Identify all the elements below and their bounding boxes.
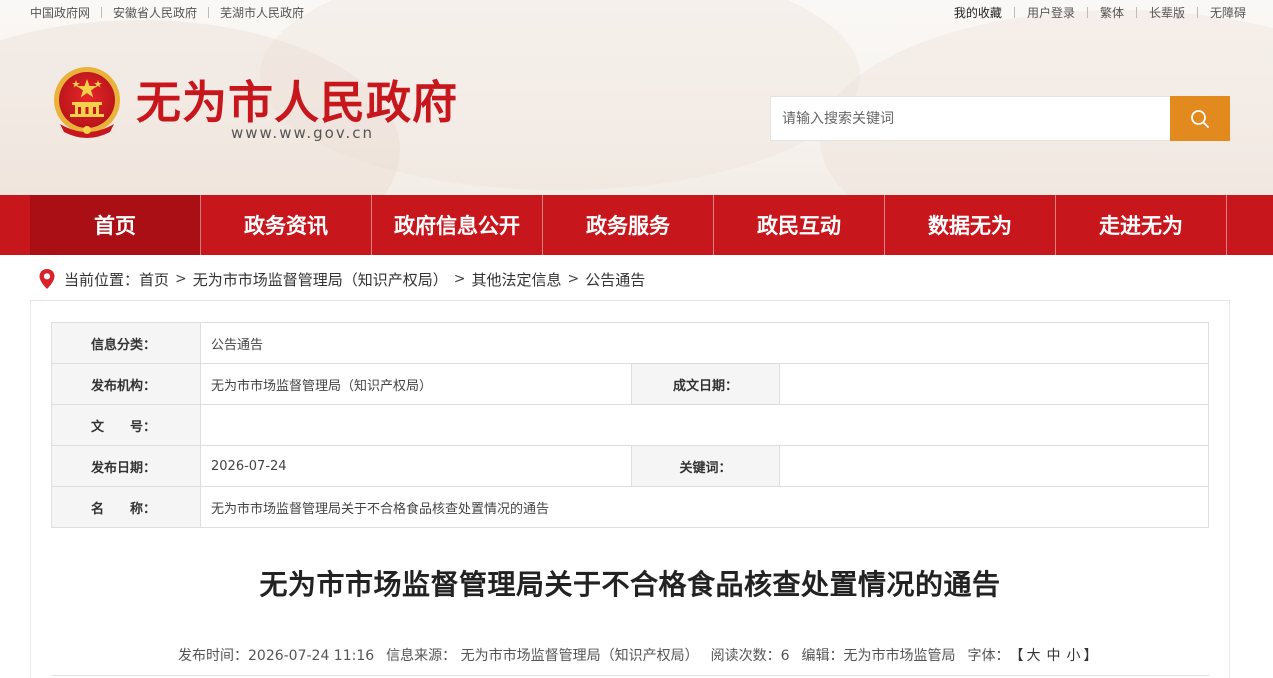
nav-item-home[interactable]: 首页 bbox=[30, 195, 201, 255]
link-china-gov[interactable]: 中国政府网 bbox=[30, 4, 90, 21]
chevron-right-icon: > bbox=[175, 271, 187, 287]
name-value: 无为市市场监督管理局关于不合格食品核查处置情况的通告 bbox=[200, 486, 1209, 528]
publish-time: 发布时间：2026-07-24 11:16 bbox=[178, 648, 375, 664]
editor: 编辑：无为市市场监管局 bbox=[801, 648, 956, 664]
table-row: 发布日期： 2026-07-24 关键词： bbox=[51, 445, 1209, 487]
divider bbox=[1135, 7, 1137, 18]
bracket-close: 】 bbox=[1083, 648, 1098, 664]
breadcrumb-notices[interactable]: 公告通告 bbox=[585, 269, 645, 290]
doc-number-value bbox=[200, 404, 1209, 446]
search-button[interactable] bbox=[1170, 96, 1230, 141]
table-row: 发布机构： 无为市市场监督管理局（知识产权局） 成文日期： bbox=[51, 363, 1209, 405]
nav-item-news[interactable]: 政务资讯 bbox=[201, 195, 372, 255]
font-size-large-button[interactable]: 大 bbox=[1027, 645, 1041, 665]
nav-item-services[interactable]: 政务服务 bbox=[543, 195, 714, 255]
link-wuhu-gov[interactable]: 芜湖市人民政府 bbox=[220, 4, 304, 21]
link-anhui-gov[interactable]: 安徽省人民政府 bbox=[113, 4, 197, 21]
link-login[interactable]: 用户登录 bbox=[1027, 4, 1075, 21]
search-input[interactable] bbox=[770, 96, 1171, 141]
location-pin-icon bbox=[39, 269, 55, 289]
font-size-label: 字体： bbox=[967, 648, 1010, 664]
article-title: 无为市市场监督管理局关于不合格食品核查处置情况的通告 bbox=[259, 568, 1001, 601]
divider bbox=[1086, 7, 1088, 18]
main-nav: 首页 政务资讯 政府信息公开 政务服务 政民互动 数据无为 走进无为 bbox=[0, 195, 1273, 255]
article-meta: 发布时间：2026-07-24 11:16 信息来源： 无为市市场监督管理局（知… bbox=[178, 645, 1098, 665]
link-accessibility[interactable]: 无障碍 bbox=[1210, 4, 1246, 21]
keywords-value bbox=[779, 445, 1209, 487]
link-elder-mode[interactable]: 长辈版 bbox=[1149, 4, 1185, 21]
site-header: 中国政府网 安徽省人民政府 芜湖市人民政府 我的收藏 用户登录 繁体 长辈版 无… bbox=[0, 0, 1273, 195]
table-row: 名 称： 无为市市场监督管理局关于不合格食品核查处置情况的通告 bbox=[51, 486, 1209, 528]
publish-date-value: 2026-07-24 bbox=[200, 445, 632, 487]
search-icon bbox=[1191, 109, 1209, 128]
info-source: 信息来源： 无为市市场监督管理局（知识产权局） bbox=[386, 648, 699, 664]
publisher-label: 发布机构： bbox=[51, 363, 201, 405]
bracket-open: 【 bbox=[1009, 648, 1024, 664]
table-row: 信息分类： 公告通告 bbox=[51, 322, 1209, 364]
category-label: 信息分类： bbox=[51, 322, 201, 364]
nav-item-data[interactable]: 数据无为 bbox=[885, 195, 1056, 255]
divider bbox=[1196, 7, 1198, 18]
top-bar: 中国政府网 安徽省人民政府 芜湖市人民政府 我的收藏 用户登录 繁体 长辈版 无… bbox=[0, 0, 1273, 24]
keywords-label: 关键词： bbox=[631, 445, 780, 487]
site-url: www.ww.gov.cn bbox=[231, 124, 375, 142]
publisher-value: 无为市市场监督管理局（知识产权局） bbox=[200, 363, 632, 405]
chevron-right-icon: > bbox=[567, 271, 580, 287]
table-row: 文 号： bbox=[51, 404, 1209, 446]
font-size-medium-button[interactable]: 中 bbox=[1047, 645, 1061, 665]
info-table: 信息分类： 公告通告 发布机构： 无为市市场监督管理局（知识产权局） 成文日期：… bbox=[51, 322, 1209, 528]
link-traditional[interactable]: 繁体 bbox=[1100, 4, 1124, 21]
created-date-value bbox=[779, 363, 1209, 405]
font-size-small-button[interactable]: 小 bbox=[1067, 645, 1081, 665]
divider bbox=[101, 7, 103, 18]
breadcrumb-legal-info[interactable]: 其他法定信息 bbox=[472, 269, 562, 290]
doc-number-label: 文 号： bbox=[51, 404, 201, 446]
meta-divider bbox=[51, 675, 1209, 676]
chevron-right-icon: > bbox=[453, 271, 466, 287]
national-emblem-icon bbox=[54, 67, 120, 138]
breadcrumb-home[interactable]: 首页 bbox=[139, 269, 169, 290]
name-label: 名 称： bbox=[51, 486, 201, 528]
breadcrumb-bureau[interactable]: 无为市市场监督管理局（知识产权局） bbox=[193, 269, 448, 290]
nav-item-info-disclosure[interactable]: 政府信息公开 bbox=[372, 195, 543, 255]
nav-item-about[interactable]: 走进无为 bbox=[1056, 195, 1227, 255]
breadcrumb-label: 当前位置： bbox=[64, 270, 140, 289]
divider bbox=[208, 7, 210, 18]
link-favorites[interactable]: 我的收藏 bbox=[954, 4, 1002, 21]
publish-date-label: 发布日期： bbox=[51, 445, 201, 487]
breadcrumb: 当前位置： 首页 > 无为市市场监督管理局（知识产权局） > 其他法定信息 > … bbox=[38, 266, 645, 292]
site-title: 无为市人民政府 bbox=[136, 76, 459, 129]
category-value: 公告通告 bbox=[200, 322, 1209, 364]
created-date-label: 成文日期： bbox=[631, 363, 780, 405]
nav-item-interaction[interactable]: 政民互动 bbox=[714, 195, 885, 255]
read-count: 阅读次数：6 bbox=[710, 648, 790, 664]
divider bbox=[1013, 7, 1015, 18]
